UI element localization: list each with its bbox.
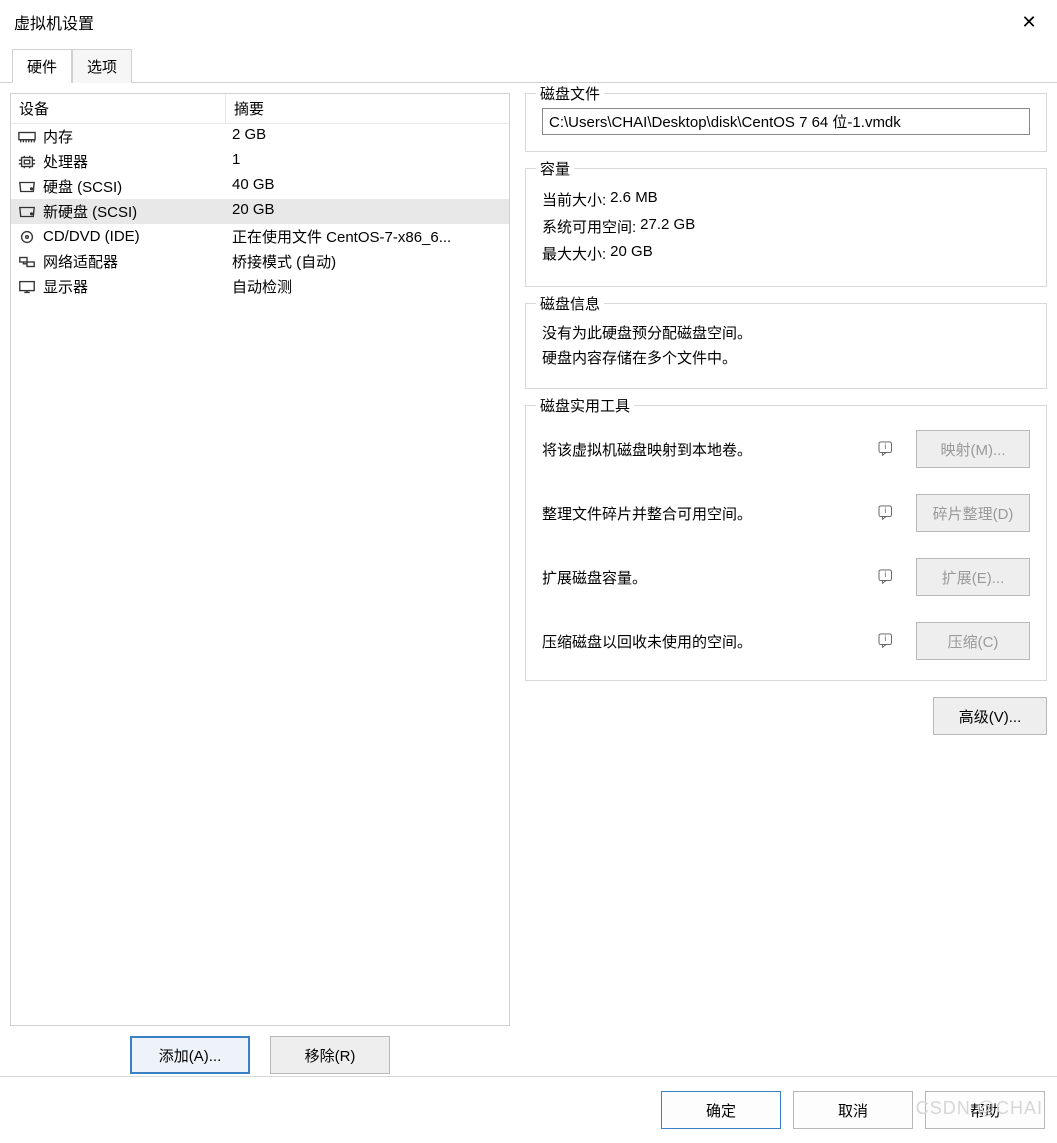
disk-file-group: 磁盘文件 [525,93,1047,152]
disk-file-input[interactable] [542,108,1030,135]
max-size-label: 最大大小: [542,243,606,264]
current-size-label: 当前大小: [542,189,606,210]
device-row[interactable]: 显示器 自动检测 [11,274,509,299]
add-button[interactable]: 添加(A)... [130,1036,250,1074]
device-name: 处理器 [43,151,88,172]
disk-icon [17,204,37,220]
device-summary: 自动检测 [226,274,509,299]
titlebar: 虚拟机设置 ✕ [0,0,1057,42]
hint-icon[interactable]: i [876,630,898,652]
hint-icon[interactable]: i [876,502,898,524]
defrag-button: 碎片整理(D) [916,494,1030,532]
svg-text:i: i [884,442,886,451]
cancel-button[interactable]: 取消 [793,1091,913,1129]
device-summary: 2 GB [226,124,509,149]
disk-info-line1: 没有为此硬盘预分配磁盘空间。 [542,322,1030,343]
tab-hardware[interactable]: 硬件 [12,49,72,83]
capacity-legend: 容量 [536,158,574,179]
device-row[interactable]: CD/DVD (IDE) 正在使用文件 CentOS-7-x86_6... [11,224,509,249]
disk-info-line2: 硬盘内容存储在多个文件中。 [542,347,1030,368]
close-icon[interactable]: ✕ [1015,8,1043,36]
svg-text:i: i [884,570,886,579]
col-device-header[interactable]: 设备 [11,94,226,123]
disk-info-legend: 磁盘信息 [536,293,604,314]
device-summary: 1 [226,149,509,174]
free-space-value: 27.2 GB [640,216,695,237]
memory-icon [17,129,37,145]
device-summary: 桥接模式 (自动) [226,249,509,274]
compact-button: 压缩(C) [916,622,1030,660]
device-row[interactable]: 处理器 1 [11,149,509,174]
col-summary-header[interactable]: 摘要 [226,94,509,123]
free-space-label: 系统可用空间: [542,216,636,237]
map-label: 将该虚拟机磁盘映射到本地卷。 [542,439,868,460]
net-icon [17,254,37,270]
tabs: 硬件 选项 [0,48,1057,83]
device-name: 新硬盘 (SCSI) [43,201,137,222]
disk-info-group: 磁盘信息 没有为此硬盘预分配磁盘空间。 硬盘内容存储在多个文件中。 [525,303,1047,389]
disk-file-legend: 磁盘文件 [536,83,604,104]
disk-icon [17,179,37,195]
hint-icon[interactable]: i [876,566,898,588]
svg-text:i: i [884,634,886,643]
svg-text:i: i [884,506,886,515]
cpu-icon [17,154,37,170]
device-name: 显示器 [43,276,88,297]
expand-label: 扩展磁盘容量。 [542,567,868,588]
hint-icon[interactable]: i [876,438,898,460]
map-button: 映射(M)... [916,430,1030,468]
advanced-button[interactable]: 高级(V)... [933,697,1047,735]
ok-button[interactable]: 确定 [661,1091,781,1129]
device-name: 硬盘 (SCSI) [43,176,122,197]
defrag-label: 整理文件碎片并整合可用空间。 [542,503,868,524]
display-icon [17,279,37,295]
compact-label: 压缩磁盘以回收未使用的空间。 [542,631,868,652]
device-name: CD/DVD (IDE) [43,228,140,245]
device-name: 网络适配器 [43,251,118,272]
device-summary: 正在使用文件 CentOS-7-x86_6... [226,224,509,249]
expand-button: 扩展(E)... [916,558,1030,596]
max-size-value: 20 GB [610,243,653,264]
device-summary: 20 GB [226,199,509,224]
device-list-header: 设备 摘要 [11,94,509,124]
device-name: 内存 [43,126,73,147]
help-button[interactable]: 帮助 [925,1091,1045,1129]
current-size-value: 2.6 MB [610,189,658,210]
cd-icon [17,229,37,245]
tab-options[interactable]: 选项 [72,49,132,83]
remove-button[interactable]: 移除(R) [270,1036,390,1074]
disk-utils-group: 磁盘实用工具 将该虚拟机磁盘映射到本地卷。 i 映射(M)... 整理文件碎片并… [525,405,1047,681]
device-row[interactable]: 内存 2 GB [11,124,509,149]
window-title: 虚拟机设置 [14,10,94,34]
device-row[interactable]: 硬盘 (SCSI) 40 GB [11,174,509,199]
device-row[interactable]: 网络适配器 桥接模式 (自动) [11,249,509,274]
device-row[interactable]: 新硬盘 (SCSI) 20 GB [11,199,509,224]
device-list: 设备 摘要 内存2 GB处理器1硬盘 (SCSI)40 GB新硬盘 (SCSI)… [10,93,510,1026]
disk-utils-legend: 磁盘实用工具 [536,395,634,416]
capacity-group: 容量 当前大小:2.6 MB 系统可用空间:27.2 GB 最大大小:20 GB [525,168,1047,287]
device-summary: 40 GB [226,174,509,199]
